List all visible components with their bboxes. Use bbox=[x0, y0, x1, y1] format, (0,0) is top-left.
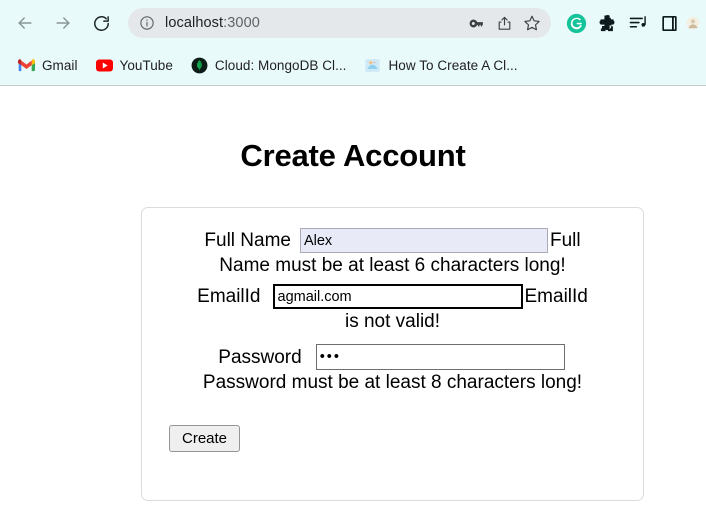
reading-list-icon[interactable] bbox=[655, 9, 683, 37]
gmail-icon bbox=[18, 57, 35, 74]
bookmark-gmail[interactable]: Gmail bbox=[10, 53, 86, 78]
page-title: Create Account bbox=[240, 138, 466, 173]
reload-button[interactable] bbox=[86, 8, 116, 38]
reload-icon bbox=[92, 14, 111, 33]
site-info-icon[interactable] bbox=[138, 14, 156, 32]
password-error-message: Password must be at least 8 characters l… bbox=[202, 372, 583, 394]
email-label: EmailId bbox=[197, 286, 261, 308]
password-label: Password bbox=[218, 346, 302, 368]
url-host: localhost bbox=[165, 15, 224, 31]
email-input[interactable] bbox=[272, 284, 523, 310]
generic-page-icon bbox=[364, 57, 381, 74]
mongodb-icon bbox=[191, 57, 208, 74]
fullname-label: Full Name bbox=[204, 230, 291, 251]
password-field-block: Password Password must be at least 8 cha… bbox=[142, 344, 643, 395]
browser-chrome: localhost:3000 Gmail YouTube Cloud: Mong… bbox=[0, 0, 706, 86]
fullname-error-prefix: Full bbox=[549, 230, 581, 251]
media-playlist-icon[interactable] bbox=[624, 9, 652, 37]
create-account-form: Full Name Full Name must be at least 6 c… bbox=[141, 207, 644, 501]
extensions-puzzle-icon[interactable] bbox=[593, 9, 621, 37]
bookmark-label: YouTube bbox=[119, 58, 173, 73]
profile-avatar[interactable] bbox=[686, 9, 700, 37]
grammarly-icon[interactable] bbox=[562, 9, 590, 37]
page-content: Create Account Full Name Full Name must … bbox=[0, 86, 706, 515]
email-field-block: EmailId EmailId is not valid! bbox=[142, 284, 643, 334]
create-button[interactable]: Create bbox=[169, 425, 241, 453]
forward-arrow-icon bbox=[53, 13, 73, 33]
bookmark-how-to-create[interactable]: How To Create A Cl... bbox=[356, 53, 525, 78]
password-input-row: Password bbox=[142, 344, 643, 371]
youtube-icon bbox=[95, 57, 113, 74]
bookmark-label: Gmail bbox=[42, 58, 78, 73]
password-input[interactable] bbox=[315, 344, 565, 371]
forward-button[interactable] bbox=[48, 8, 78, 38]
bookmark-youtube[interactable]: YouTube bbox=[88, 53, 181, 78]
bookmarks-bar: Gmail YouTube Cloud: MongoDB Cl... How T… bbox=[0, 46, 706, 85]
back-button[interactable] bbox=[10, 8, 40, 38]
email-error-message: is not valid! bbox=[344, 311, 441, 333]
address-bar[interactable]: localhost:3000 bbox=[128, 8, 551, 38]
extension-icons bbox=[562, 9, 700, 37]
password-key-icon[interactable] bbox=[463, 10, 489, 36]
share-icon[interactable] bbox=[491, 10, 517, 36]
bookmark-label: How To Create A Cl... bbox=[388, 58, 518, 73]
address-bar-url: localhost:3000 bbox=[165, 15, 463, 31]
fullname-input-row: Full Name Full bbox=[142, 228, 643, 254]
browser-toolbar: localhost:3000 bbox=[0, 0, 706, 46]
back-arrow-icon bbox=[15, 13, 35, 33]
fullname-field-block: Full Name Full Name must be at least 6 c… bbox=[142, 228, 643, 278]
email-error-prefix: EmailId bbox=[524, 286, 588, 308]
url-port: :3000 bbox=[223, 15, 260, 31]
fullname-input[interactable] bbox=[299, 228, 548, 254]
fullname-error-message: Name must be at least 6 characters long! bbox=[219, 255, 566, 277]
omnibox-actions bbox=[463, 10, 545, 36]
email-input-row: EmailId EmailId bbox=[142, 284, 643, 310]
bookmark-label: Cloud: MongoDB Cl... bbox=[214, 58, 347, 73]
bookmark-mongodb-cloud[interactable]: Cloud: MongoDB Cl... bbox=[183, 53, 355, 78]
submit-row: Create bbox=[142, 425, 643, 453]
bookmark-star-icon[interactable] bbox=[519, 10, 545, 36]
